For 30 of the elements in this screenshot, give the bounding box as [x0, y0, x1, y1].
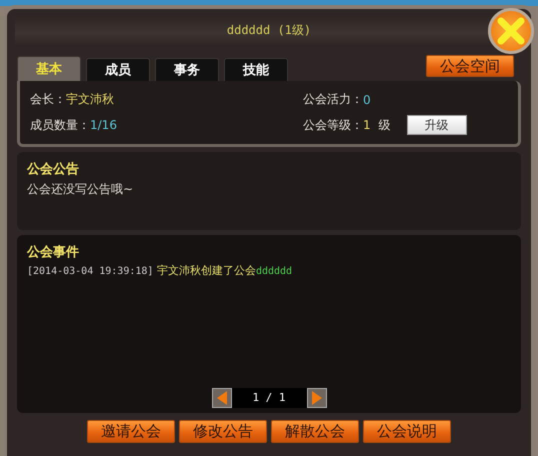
activity-label: 公会活力： [303, 91, 363, 108]
notice-title: 公会公告 [27, 160, 80, 178]
action-button[interactable]: 公会说明 [363, 420, 451, 443]
page-indicator: 1 / 1 [232, 388, 306, 408]
leader-label: 会长： [30, 91, 66, 108]
guild-level-value: 1 [363, 118, 371, 132]
tab[interactable]: 事务 [155, 58, 219, 81]
action-button[interactable]: 修改公告 [179, 420, 267, 443]
tab[interactable]: 基本 [17, 56, 81, 81]
action-button[interactable]: 解散公会 [271, 420, 359, 443]
upgrade-button[interactable]: 升级 [406, 115, 467, 136]
tab[interactable]: 成员 [86, 58, 150, 81]
member-count-label: 成员数量： [30, 116, 90, 134]
events-title: 公会事件 [27, 244, 80, 261]
previous-page-button[interactable] [212, 388, 232, 408]
notice-text: 公会还没写公告哦~ [27, 181, 134, 198]
member-count: 1/16 [90, 118, 117, 132]
level-unit: 级 [378, 116, 391, 134]
left-triangle-icon [216, 390, 228, 406]
tab[interactable]: 技能 [224, 58, 288, 81]
action-button[interactable]: 邀请公会 [87, 420, 175, 443]
event-entry: [2014-03-04 19:39:18] 宇文沛秋创建了公会dddddd [27, 263, 294, 278]
window-title: dddddd (1级) [226, 22, 312, 38]
leader-name: 宇文沛秋 [66, 91, 114, 108]
activity-value: 0 [363, 92, 371, 107]
guild-level-label: 公会等级： [303, 116, 363, 134]
right-triangle-icon [310, 390, 322, 406]
next-page-button[interactable] [306, 388, 326, 408]
guild-space-button[interactable]: 公会空间 [426, 55, 514, 77]
close-icon [496, 16, 526, 46]
